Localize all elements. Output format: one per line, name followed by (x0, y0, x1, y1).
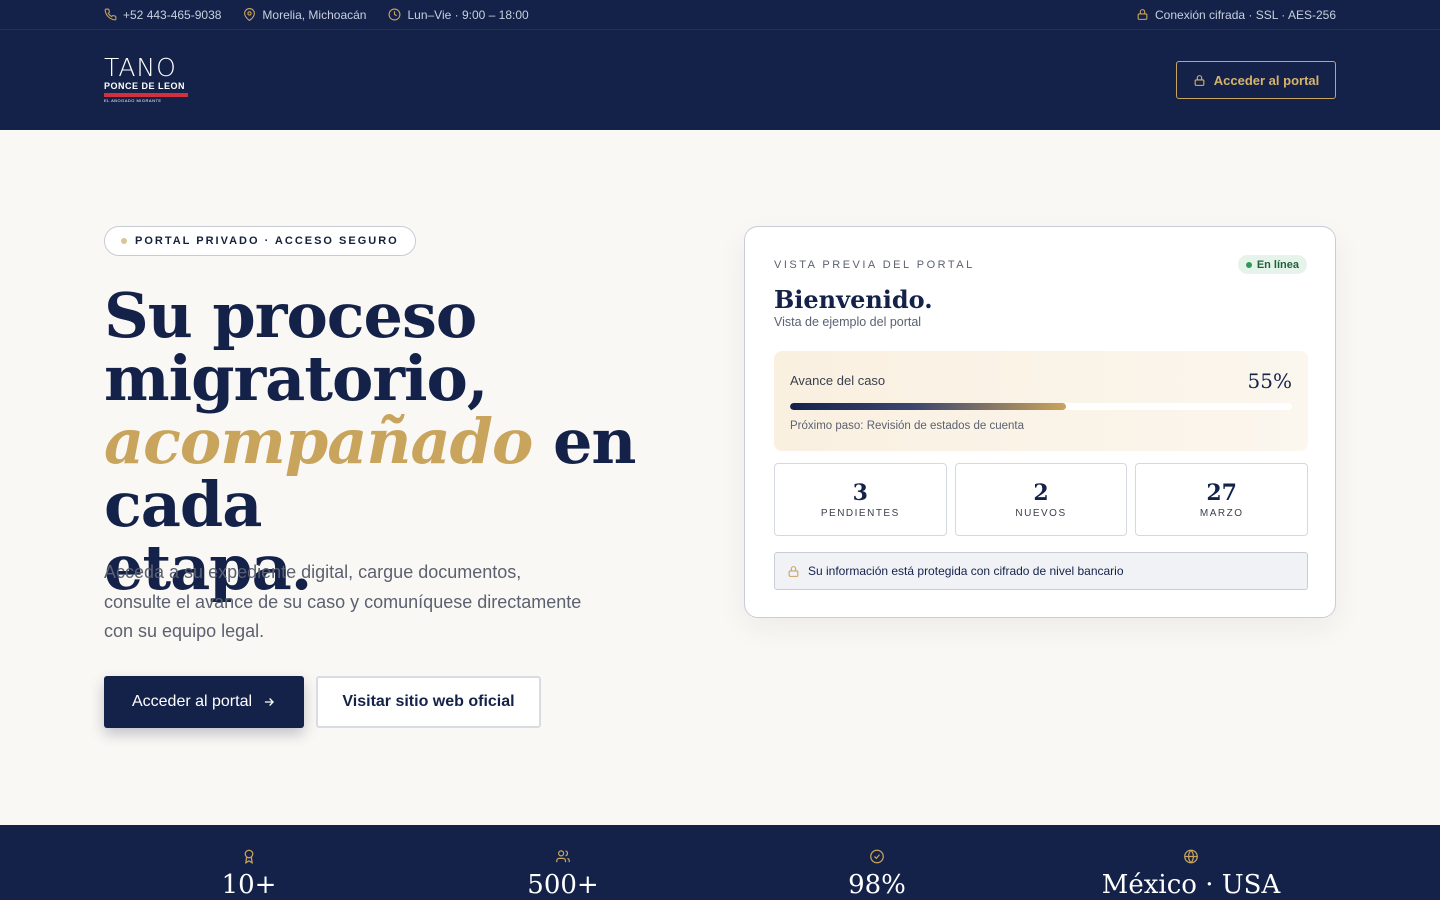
band-value: 500+ (527, 870, 599, 900)
next-step: Próximo paso: Revisión de estados de cue… (790, 420, 1024, 432)
hours-text: Lun–Vie · 9:00 – 18:00 (407, 7, 529, 22)
arrow-right-icon (264, 698, 275, 706)
stat-caption: NUEVOS (1015, 507, 1067, 519)
users-icon (556, 850, 570, 863)
security-note-text: Su información está protegida con cifrad… (808, 564, 1124, 578)
badge-dot (121, 238, 127, 244)
portal-preview-card: VISTA PREVIA DEL PORTAL En línea Bienven… (744, 226, 1336, 618)
hero-headline: Su proceso migratorio, acompañado en cad… (104, 284, 704, 599)
progress-label: Avance del caso (790, 373, 886, 388)
band-value: 10+ (221, 870, 277, 900)
clock-icon (389, 8, 401, 21)
globe-icon (1184, 849, 1198, 864)
band-item-coverage: México · USA (1041, 825, 1341, 900)
logo-tagline: EL ABOGADO MIGRANTE (104, 98, 162, 103)
security-note: Su información está protegida con cifrad… (774, 552, 1308, 590)
lock-icon (788, 565, 799, 577)
award-icon (244, 849, 254, 864)
status-badge: En línea (1237, 255, 1307, 274)
band-item-success: 98% (727, 825, 1027, 900)
stat-pending[interactable]: 3 PENDIENTES (774, 463, 947, 536)
lock-icon (1137, 9, 1148, 20)
stat-number: 3 (852, 479, 868, 506)
band-value: México · USA (1101, 870, 1281, 900)
lock-icon (1194, 74, 1205, 86)
stat-caption: MARZO (1199, 507, 1244, 519)
status-text: En línea (1256, 258, 1299, 271)
stats-band: 10+ 500+ 98% México · USA (0, 825, 1440, 900)
location-info: Morelia, Michoacán (243, 8, 366, 22)
welcome-title: Bienvenido. (774, 285, 933, 314)
band-value: 98% (848, 870, 906, 900)
progress-track (790, 403, 1292, 410)
logo-red-stripe (104, 93, 188, 97)
top-info-bar: +52 443-465-9038 Morelia, Michoacán Lun–… (0, 0, 1440, 30)
hero-lead: Acceda a su expediente digital, cargue d… (104, 562, 582, 641)
band-item-clients: 500+ (413, 825, 713, 900)
site-header: TANO PONCE DE LEON EL ABOGADO MIGRANTE A… (0, 30, 1440, 130)
phone-icon (104, 8, 117, 21)
security-info: Conexión cifrada · SSL · AES-256 (1136, 8, 1336, 22)
welcome-subtitle: Vista de ejemplo del portal (774, 315, 922, 329)
stat-caption: PENDIENTES (820, 507, 900, 519)
hours-info: Lun–Vie · 9:00 – 18:00 (388, 7, 529, 22)
logo-name: PONCE DE LEON (104, 81, 186, 91)
primary-portal-button[interactable]: Acceder al portal (104, 676, 304, 728)
official-site-button[interactable]: Visitar sitio web oficial (316, 676, 541, 728)
primary-cta-label: Acceder al portal (131, 693, 253, 710)
location-text: Morelia, Michoacán (262, 7, 367, 22)
phone-contact[interactable]: +52 443-465-9038 (104, 8, 221, 22)
map-pin-icon (244, 8, 256, 21)
stat-number: 2 (1033, 479, 1049, 506)
online-dot (1245, 261, 1252, 268)
stat-number: 27 (1206, 479, 1237, 506)
stat-date[interactable]: 27 MARZO (1135, 463, 1309, 536)
logo-wordmark: TANO (104, 53, 177, 82)
case-progress: Avance del caso 55% Próximo paso: Revisi… (774, 351, 1308, 451)
badge-text: PORTAL PRIVADO · ACCESO SEGURO (135, 235, 399, 247)
hero-badge: PORTAL PRIVADO · ACCESO SEGURO (104, 226, 416, 256)
progress-percent: 55% (1247, 369, 1292, 393)
security-text: Conexión cifrada · SSL · AES-256 (1155, 7, 1336, 22)
band-item-experience: 10+ (99, 825, 399, 900)
phone-text: +52 443-465-9038 (123, 7, 222, 22)
header-portal-label: Acceder al portal (1213, 72, 1320, 88)
check-circle-icon (870, 849, 884, 864)
stats-row: 3 PENDIENTES 2 NUEVOS 27 MARZO (774, 463, 1309, 536)
progress-fill (790, 403, 1067, 410)
brand-logo[interactable]: TANO PONCE DE LEON EL ABOGADO MIGRANTE (104, 54, 188, 106)
secondary-cta-label: Visitar sitio web oficial (342, 693, 515, 710)
preview-eyebrow: VISTA PREVIA DEL PORTAL (774, 259, 975, 271)
stat-new[interactable]: 2 NUEVOS (954, 463, 1128, 536)
header-portal-button[interactable]: Acceder al portal (1176, 61, 1336, 99)
